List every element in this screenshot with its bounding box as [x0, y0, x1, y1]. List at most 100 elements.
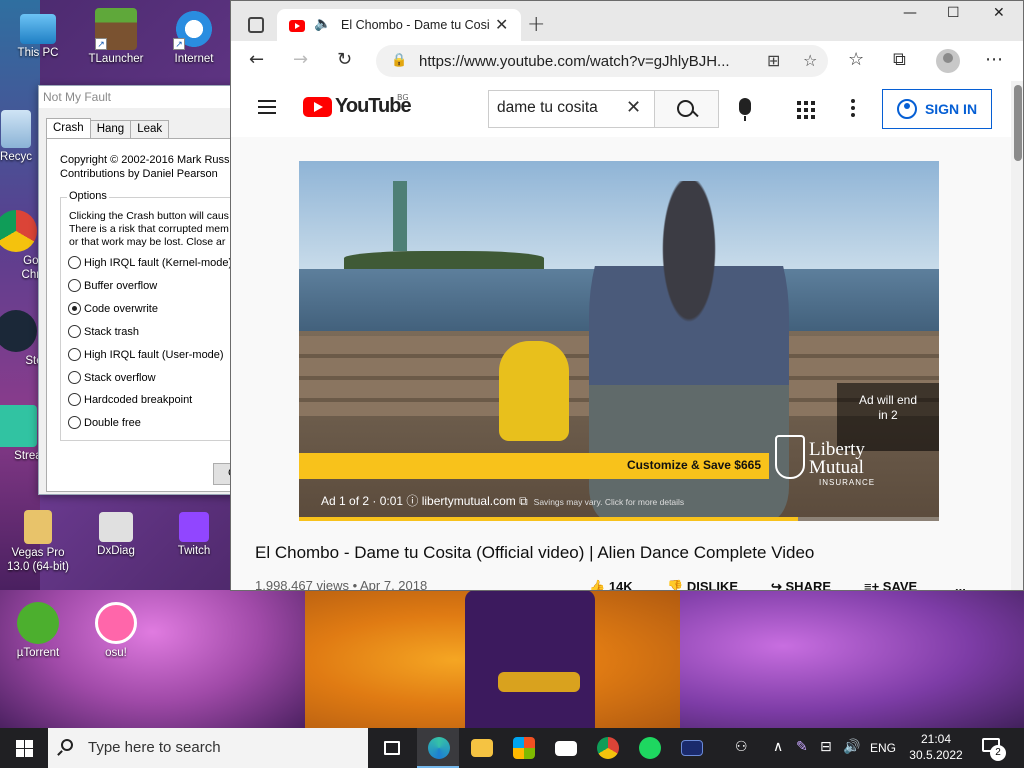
tab-leak[interactable]: Leak: [130, 120, 170, 138]
ad-info-bar[interactable]: Ad 1 of 2 · 0:01 ⓘ libertymutual.com ⧉ Sa…: [321, 492, 684, 509]
option-high-irql-kernel[interactable]: High IRQL fault (Kernel-mode): [68, 256, 232, 269]
close-window-icon[interactable]: ✕: [993, 5, 1005, 21]
app-available-icon[interactable]: ⊞: [767, 51, 780, 70]
ad-cta-text[interactable]: Customize & Save $665: [627, 458, 761, 472]
brand-tagline: INSURANCE: [819, 478, 876, 487]
desktop-icon-osu[interactable]: osu!: [78, 602, 154, 660]
minimize-icon[interactable]: —: [903, 5, 917, 21]
forward-arrow-icon[interactable]: →: [293, 49, 308, 70]
ad-info-text[interactable]: Ad 1 of 2 · 0:01 ⓘ libertymutual.com ⧉: [321, 494, 528, 508]
mail-icon: [555, 741, 577, 756]
share-button[interactable]: ↪ SHARE: [771, 579, 831, 591]
refresh-icon[interactable]: ↻: [337, 49, 352, 70]
start-button[interactable]: [0, 728, 48, 768]
settings-more-icon[interactable]: ⋯: [985, 49, 1003, 70]
lock-icon[interactable]: 🔒: [391, 53, 407, 68]
sign-in-button[interactable]: SIGN IN: [882, 89, 992, 129]
desktop-icon-dxdiag[interactable]: DxDiag: [78, 512, 154, 558]
desktop-icon-utorrent[interactable]: µTorrent: [0, 602, 76, 660]
desktop-icon-label: TLauncher: [88, 53, 144, 65]
taskbar-spotify[interactable]: [628, 728, 670, 768]
clear-search-icon[interactable]: ✕: [626, 97, 641, 118]
task-view-button[interactable]: [371, 728, 413, 768]
edge-icon: [428, 737, 450, 759]
clock-time: 21:04: [920, 732, 952, 746]
search-button[interactable]: [655, 90, 719, 128]
speaker-icon[interactable]: 🔈: [314, 16, 331, 32]
new-tab-icon[interactable]: +: [527, 12, 545, 37]
option-double-free[interactable]: Double free: [68, 416, 141, 429]
liberty-mutual-logo: Liberty Mutual INSURANCE: [769, 429, 889, 489]
wallpaper-art-purple: [680, 590, 1024, 728]
radio-button-selected[interactable]: [68, 302, 81, 315]
desktop-icon-vegas-pro[interactable]: Vegas Pro 13.0 (64-bit): [0, 510, 76, 574]
microphone-icon[interactable]: [739, 98, 751, 115]
option-stack-trash[interactable]: Stack trash: [68, 325, 139, 338]
people-icon[interactable]: ⚇: [735, 739, 748, 755]
store-bag-icon: [513, 737, 535, 759]
more-vertical-icon[interactable]: [851, 99, 855, 117]
share-arrow-icon: ↪: [771, 579, 786, 591]
like-button[interactable]: 👍 14K: [589, 579, 633, 590]
back-arrow-icon[interactable]: ←: [249, 49, 264, 70]
scrollbar-thumb[interactable]: [1014, 85, 1022, 161]
option-buffer-overflow[interactable]: Buffer overflow: [68, 279, 157, 292]
video-frame-island: [344, 251, 544, 269]
ad-cta-banner[interactable]: Customize & Save $665: [299, 453, 769, 479]
tab-crash[interactable]: Crash: [46, 118, 91, 138]
page-scrollbar[interactable]: [1011, 81, 1023, 590]
radio-button[interactable]: [68, 393, 81, 406]
collections-icon[interactable]: ⧉: [893, 49, 906, 70]
ad-progress-bar[interactable]: [299, 517, 939, 521]
volume-icon[interactable]: 🔊: [843, 739, 860, 755]
taskbar-chrome[interactable]: [586, 728, 628, 768]
option-hardcoded-breakpoint[interactable]: Hardcoded breakpoint: [68, 393, 192, 406]
search-value[interactable]: dame tu cosita: [497, 99, 598, 117]
radio-button[interactable]: [68, 256, 81, 269]
taskbar-mail[interactable]: [544, 728, 586, 768]
option-stack-overflow[interactable]: Stack overflow: [68, 371, 156, 384]
taskbar-file-explorer[interactable]: [460, 728, 502, 768]
tab-actions-icon[interactable]: [248, 17, 264, 33]
radio-button[interactable]: [68, 325, 81, 338]
taskbar-search-box[interactable]: Type here to search: [48, 728, 368, 768]
close-tab-icon[interactable]: ✕: [495, 15, 508, 34]
option-code-overwrite[interactable]: Code overwrite: [68, 302, 158, 315]
option-high-irql-user[interactable]: High IRQL fault (User-mode): [68, 348, 224, 361]
desktop-icon-this-pc[interactable]: This PC: [0, 10, 76, 60]
network-icon[interactable]: ⊟: [820, 739, 832, 755]
taskbar-store[interactable]: [502, 728, 544, 768]
video-player[interactable]: Ad will end in 2 Customize & Save $665 L…: [299, 161, 939, 521]
pen-workspace-icon[interactable]: ✎: [796, 739, 808, 755]
tab-hang[interactable]: Hang: [89, 120, 132, 138]
taskbar-clock[interactable]: 21:04 30.5.2022 г.: [905, 731, 967, 768]
radio-button[interactable]: [68, 371, 81, 384]
desktop-icon-internet-explorer[interactable]: ↗ Internet Explorer: [156, 8, 232, 66]
desktop-icon-tlauncher[interactable]: ↗ TLauncher: [78, 8, 154, 66]
radio-button[interactable]: [68, 348, 81, 361]
dislike-button[interactable]: 👎 DISLIKE: [667, 579, 738, 590]
address-bar[interactable]: 🔒 https://www.youtube.com/watch?v=gJhlyB…: [376, 45, 828, 77]
youtube-logo-icon[interactable]: [303, 97, 332, 117]
osu-icon: [95, 602, 137, 644]
favorites-icon[interactable]: ☆: [848, 49, 864, 70]
save-button[interactable]: ≡+ SAVE: [864, 579, 917, 590]
desktop-icon-twitch[interactable]: Twitch: [156, 512, 232, 558]
maximize-icon[interactable]: ☐: [947, 5, 960, 21]
url-text[interactable]: https://www.youtube.com/watch?v=gJhlyBJH…: [419, 53, 754, 70]
profile-avatar-icon[interactable]: [936, 49, 960, 73]
more-actions-button[interactable]: ...: [955, 579, 966, 590]
taskbar-edge[interactable]: [417, 728, 459, 768]
radio-button[interactable]: [68, 416, 81, 429]
language-indicator[interactable]: ENG: [870, 741, 896, 755]
show-hidden-icons-chevron-icon[interactable]: ∧: [773, 739, 783, 755]
taskbar-notmyfault[interactable]: [670, 728, 712, 768]
hamburger-menu-icon[interactable]: [258, 100, 276, 114]
add-favorite-icon[interactable]: ☆: [803, 51, 817, 70]
search-input[interactable]: dame tu cosita ✕: [488, 90, 655, 128]
search-placeholder[interactable]: Type here to search: [88, 739, 221, 756]
streamlabs-icon: [0, 405, 37, 447]
apps-grid-icon[interactable]: [797, 101, 815, 119]
description-line: Clicking the Crash button will caus: [69, 210, 229, 222]
radio-button[interactable]: [68, 279, 81, 292]
